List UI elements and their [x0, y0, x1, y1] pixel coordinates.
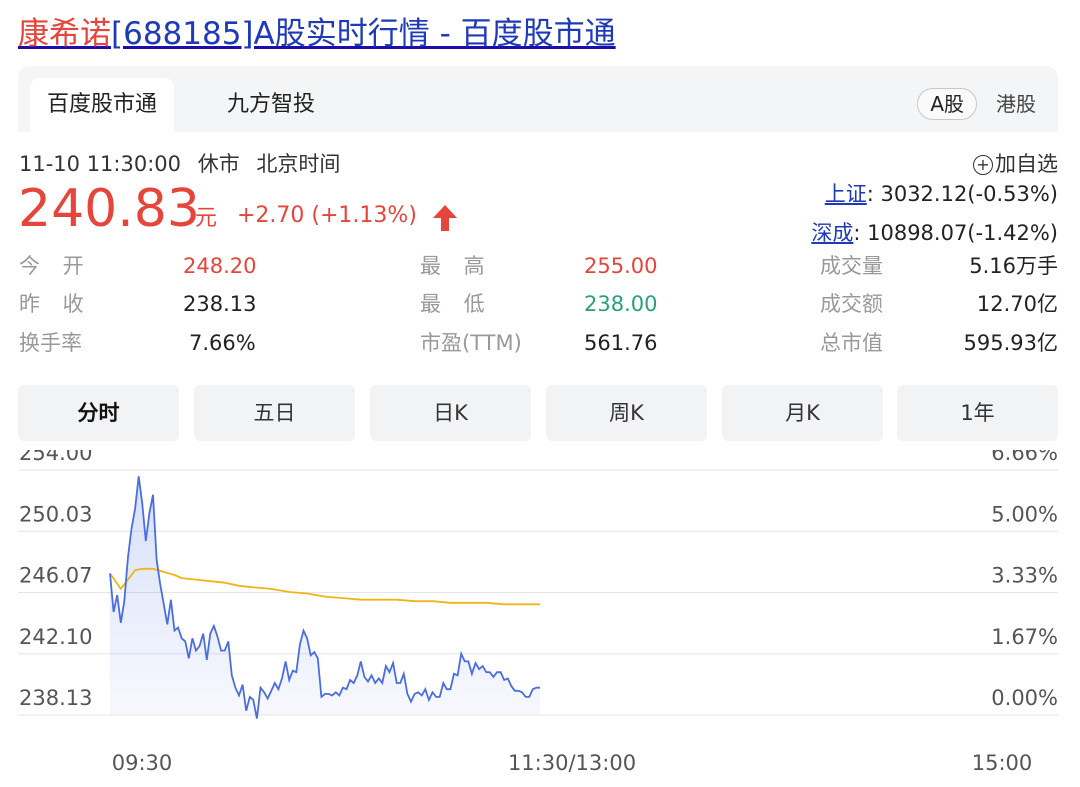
y-tick-price: 250.03	[19, 502, 92, 526]
y-axis-percent-ticks: 6.66% 5.00% 3.33% 1.67% 0.00%	[991, 450, 1058, 710]
high-label: 最 高	[420, 254, 493, 278]
y-tick-price: 246.07	[19, 564, 92, 588]
x-tick-time: 09:30	[112, 751, 173, 775]
y-tick-price: 254.00	[19, 450, 92, 465]
prev-close-value: 238.13	[183, 292, 257, 316]
period-weekly-k-button[interactable]: 周K	[546, 385, 707, 441]
up-arrow-icon	[433, 205, 457, 231]
average-price-line	[109, 567, 540, 606]
index-shenzhen-value: : 10898.07(-1.42%)	[853, 221, 1058, 245]
open-label: 今 开	[19, 254, 92, 278]
title-text[interactable]: [688185]A股实时行情 - 百度股市通	[111, 16, 616, 52]
period-daily-k-button[interactable]: 日K	[370, 385, 531, 441]
add-watch-label: 加自选	[995, 152, 1058, 176]
pe-ttm-label: 市盈(TTM)	[420, 331, 522, 355]
y-tick-percent: 3.33%	[991, 564, 1058, 588]
y-axis-price-ticks: 254.00 250.03 246.07 242.10 238.13	[19, 450, 92, 710]
open-value: 248.20	[183, 254, 257, 278]
y-tick-percent: 1.67%	[991, 625, 1058, 649]
pe-ttm-value: 561.76	[584, 331, 658, 355]
prev-close-label: 昨 收	[19, 292, 92, 316]
intraday-chart: 254.00 250.03 246.07 242.10 238.13 6.66% 5.00…	[18, 450, 1058, 775]
x-tick-time: 15:00	[972, 751, 1033, 775]
amount-value: 12.70亿	[976, 292, 1058, 316]
market-cap-value: 595.93亿	[963, 331, 1058, 355]
market-cap-label: 总市值	[820, 331, 883, 355]
turnover-rate-label: 换手率	[19, 331, 82, 355]
index-shenzhen-link[interactable]: 深成	[811, 221, 853, 245]
period-selector: 分时 五日 日K 周K 月K 1年	[18, 385, 1058, 441]
add-to-watchlist-button[interactable]: + 加自选	[973, 150, 1058, 178]
market-a-share-toggle[interactable]: A股	[917, 88, 977, 120]
page-title[interactable]: 康希诺[688185]A股实时行情 - 百度股市通	[18, 14, 616, 54]
quote-meta: 11-10 11:30:00 休市 北京时间	[19, 150, 350, 178]
y-tick-percent: 0.00%	[991, 686, 1058, 710]
current-price: 240.83	[18, 179, 200, 239]
x-tick-time: 11:30/13:00	[508, 751, 636, 775]
volume-label: 成交量	[820, 254, 883, 278]
market-hk-share-toggle[interactable]: 港股	[996, 88, 1036, 120]
market-status: 休市	[197, 152, 240, 176]
period-monthly-k-button[interactable]: 月K	[722, 385, 883, 441]
timezone-label: 北京时间	[256, 152, 341, 176]
source-tab-bar: 百度股市通 九方智投	[18, 66, 1058, 132]
y-tick-price: 238.13	[19, 686, 92, 710]
turnover-rate-value: 7.66%	[189, 331, 256, 355]
title-keyword[interactable]: 康希诺	[18, 16, 111, 52]
x-axis-time-ticks: 09:30 11:30/13:00 15:00	[112, 751, 1033, 775]
index-shanghai-value: : 3032.12(-0.53%)	[866, 182, 1058, 206]
tab-baidu-gushitong[interactable]: 百度股市通	[30, 78, 175, 132]
y-tick-percent: 5.00%	[991, 502, 1058, 526]
tab-jiufang-zhitou[interactable]: 九方智投	[210, 78, 332, 132]
low-label: 最 低	[420, 292, 493, 316]
price-unit: 元	[195, 206, 218, 231]
quote-datetime: 11-10 11:30:00	[19, 152, 182, 176]
price-change: +2.70 (+1.13%)	[237, 203, 417, 228]
period-intraday-button[interactable]: 分时	[18, 385, 179, 441]
amount-label: 成交额	[820, 292, 883, 316]
period-5day-button[interactable]: 五日	[194, 385, 355, 441]
low-value: 238.00	[584, 292, 658, 316]
index-shanghai: 上证: 3032.12(-0.53%)	[825, 180, 1058, 208]
volume-value: 5.16万手	[969, 254, 1058, 278]
index-shanghai-link[interactable]: 上证	[825, 182, 867, 206]
y-tick-percent: 6.66%	[991, 450, 1058, 465]
period-1year-button[interactable]: 1年	[897, 385, 1058, 441]
index-shenzhen: 深成: 10898.07(-1.42%)	[811, 219, 1058, 247]
y-tick-price: 242.10	[19, 625, 92, 649]
plus-circle-icon: +	[973, 155, 993, 175]
high-value: 255.00	[584, 254, 658, 278]
